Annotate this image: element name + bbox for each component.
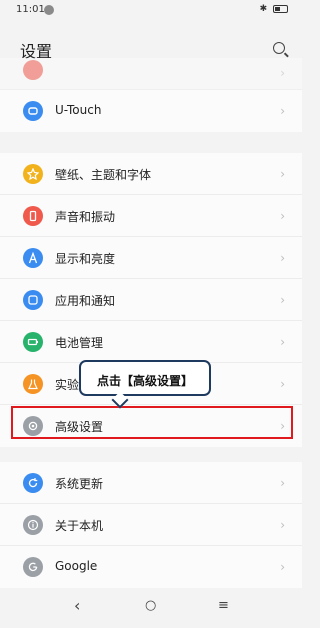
- item-label: 系统更新: [55, 477, 104, 491]
- chevron-right-icon: ›: [280, 104, 285, 118]
- item-label: 应用和通知: [55, 294, 116, 308]
- chevron-right-icon: ›: [280, 251, 285, 265]
- apps-icon: [23, 290, 43, 310]
- item-label: 显示和亮度: [55, 252, 116, 266]
- chevron-right-icon: ›: [280, 66, 285, 80]
- touch-icon: [23, 101, 43, 121]
- status-icons: ✱: [260, 4, 288, 14]
- item-label: Google: [55, 559, 98, 573]
- status-time: 11:01: [16, 4, 45, 15]
- recents-button[interactable]: ≡: [218, 598, 229, 613]
- notification-dot-icon: [44, 5, 54, 15]
- chevron-right-icon: ›: [280, 419, 285, 433]
- chevron-right-icon: ›: [280, 560, 285, 574]
- chevron-right-icon: ›: [280, 476, 285, 490]
- chevron-right-icon: ›: [280, 518, 285, 532]
- instruction-callout: 点击【高级设置】: [79, 360, 211, 409]
- item-label: 高级设置: [55, 420, 104, 434]
- status-bar: 11:01 ✱: [0, 0, 302, 22]
- chevron-right-icon: ›: [280, 293, 285, 307]
- settings-group-top: › U-Touch ›: [0, 58, 302, 132]
- item-label: 壁纸、主题和字体: [55, 168, 152, 182]
- list-item-advanced-settings[interactable]: 高级设置 ›: [0, 405, 302, 447]
- chevron-right-icon: ›: [280, 209, 285, 223]
- list-item-display[interactable]: 显示和亮度 ›: [0, 237, 302, 279]
- info-icon: [23, 515, 43, 535]
- battery-icon: [23, 332, 43, 352]
- clock-icon: [23, 60, 43, 80]
- chevron-right-icon: ›: [280, 167, 285, 181]
- update-icon: [23, 473, 43, 493]
- list-item-system-update[interactable]: 系统更新 ›: [0, 462, 302, 504]
- display-icon: [23, 248, 43, 268]
- list-item-google[interactable]: Google ›: [0, 546, 302, 588]
- item-label: 电池管理: [55, 336, 104, 350]
- home-button[interactable]: ○: [145, 598, 156, 613]
- back-button[interactable]: ‹: [74, 596, 80, 615]
- google-icon: [23, 557, 43, 577]
- settings-group-main: 壁纸、主题和字体 › 声音和振动 › 显示和亮度 › 应用和通知 › 电池管理 …: [0, 153, 302, 447]
- list-item-utouch[interactable]: U-Touch ›: [0, 90, 302, 132]
- list-item-about[interactable]: 关于本机 ›: [0, 504, 302, 546]
- list-item-apps[interactable]: 应用和通知 ›: [0, 279, 302, 321]
- list-item-wallpaper[interactable]: 壁纸、主题和字体 ›: [0, 153, 302, 195]
- list-item-battery[interactable]: 电池管理 ›: [0, 321, 302, 363]
- chevron-right-icon: ›: [280, 335, 285, 349]
- item-label: U-Touch: [55, 103, 102, 117]
- battery-status-icon: [273, 4, 288, 13]
- instruction-text: 点击【高级设置】: [96, 374, 193, 388]
- navigation-bar: ‹ ○ ≡: [0, 590, 302, 628]
- chevron-right-icon: ›: [280, 377, 285, 391]
- list-item-partial[interactable]: ›: [0, 58, 302, 90]
- item-label: 实验: [55, 378, 80, 392]
- vibrate-icon: [23, 206, 43, 226]
- gear-icon: [23, 416, 43, 436]
- settings-group-bottom: 系统更新 › 关于本机 › Google ›: [0, 462, 302, 588]
- search-icon[interactable]: [273, 42, 285, 54]
- item-label: 关于本机: [55, 519, 104, 533]
- theme-icon: [23, 164, 43, 184]
- flask-icon: [23, 374, 43, 394]
- item-label: 声音和振动: [55, 210, 116, 224]
- list-item-sound[interactable]: 声音和振动 ›: [0, 195, 302, 237]
